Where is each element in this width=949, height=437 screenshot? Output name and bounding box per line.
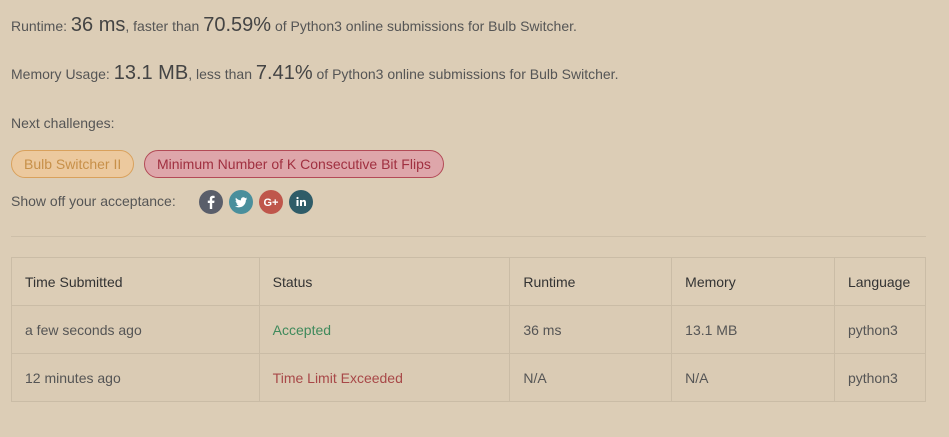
cell-language: python3 [833,353,927,402]
cell-status-time-limit-exceeded[interactable]: Time Limit Exceeded [258,353,511,402]
table-header-row: Time Submitted Status Runtime Memory Lan… [11,257,927,306]
section-divider [11,236,926,237]
header-time-submitted: Time Submitted [11,257,260,306]
submissions-table: Time Submitted Status Runtime Memory Lan… [11,257,927,402]
twitter-icon[interactable] [229,190,253,214]
challenge-chip-bulb-switcher-ii[interactable]: Bulb Switcher II [11,150,135,178]
header-language: Language [833,257,927,306]
cell-status-accepted[interactable]: Accepted [258,305,511,354]
memory-stat: Memory Usage: 13.1 MB, less than 7.41% o… [11,62,618,85]
runtime-percent: 70.59% [203,14,272,36]
table-row: 12 minutes ago Time Limit Exceeded N/A N… [11,353,927,402]
header-memory: Memory [671,257,835,306]
cell-time-submitted: 12 minutes ago [11,353,260,402]
cell-runtime: N/A [509,353,673,402]
memory-percent: 7.41% [255,62,313,84]
linkedin-icon[interactable] [289,190,313,214]
runtime-stat: Runtime: 36 ms, faster than 70.59% of Py… [11,14,577,37]
table-row: a few seconds ago Accepted 36 ms 13.1 MB… [11,305,927,354]
svg-text:G+: G+ [264,197,279,209]
challenge-chip-k-consecutive-bit-flips[interactable]: Minimum Number of K Consecutive Bit Flip… [144,150,444,178]
facebook-icon[interactable] [199,190,223,214]
cell-memory: N/A [671,353,835,402]
runtime-mid-text: , faster than [125,18,200,34]
runtime-label: Runtime: [11,18,68,34]
memory-mid-text: , less than [188,66,253,82]
memory-suffix: of Python3 online submissions for Bulb S… [316,66,619,82]
cell-memory: 13.1 MB [671,305,835,354]
cell-runtime: 36 ms [509,305,673,354]
memory-label: Memory Usage: [11,66,110,82]
memory-value: 13.1 MB [113,62,189,84]
runtime-value: 36 ms [70,14,126,36]
submission-detail: Runtime: 36 ms, faster than 70.59% of Py… [0,0,949,437]
header-status: Status [258,257,511,306]
cell-language: python3 [833,305,927,354]
google-plus-icon[interactable]: G+ [259,190,283,214]
next-challenges-label: Next challenges: [11,115,115,131]
share-label: Show off your acceptance: [11,193,176,209]
header-runtime: Runtime [509,257,673,306]
runtime-suffix: of Python3 online submissions for Bulb S… [274,18,577,34]
cell-time-submitted: a few seconds ago [11,305,260,354]
